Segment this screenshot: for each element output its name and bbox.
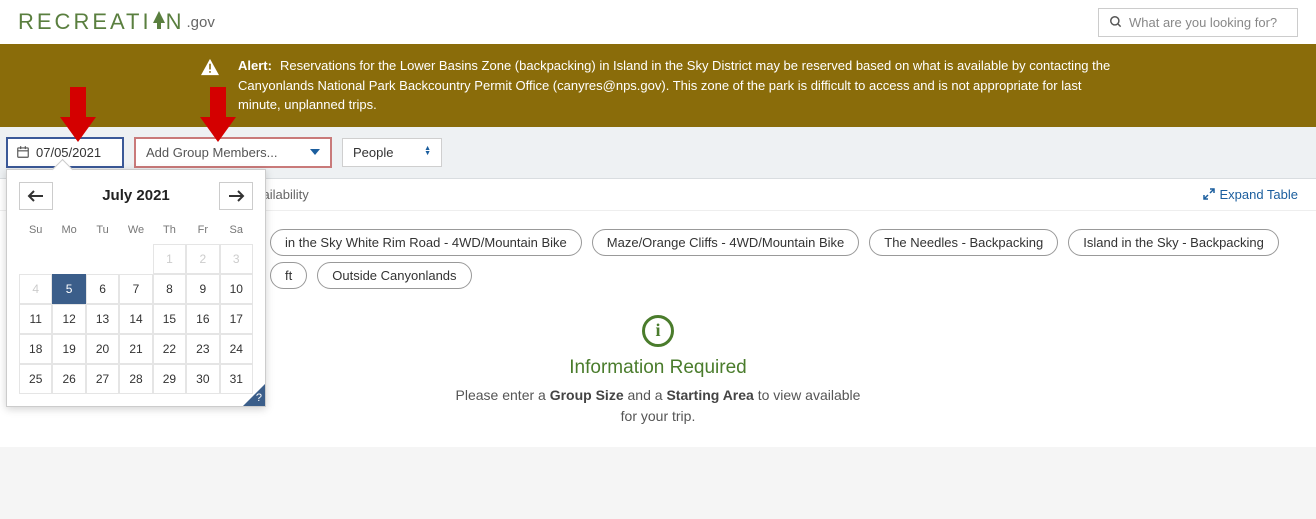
expand-icon	[1203, 188, 1215, 200]
warning-icon	[200, 58, 220, 76]
calendar-day[interactable]: 9	[186, 274, 219, 304]
calendar-day[interactable]: 3	[220, 244, 253, 274]
search-input[interactable]: What are you looking for?	[1098, 8, 1298, 37]
expand-table-link[interactable]: Expand Table	[1203, 187, 1298, 202]
people-label: People	[353, 145, 393, 160]
calendar-day	[19, 244, 52, 274]
tree-icon	[152, 11, 166, 33]
info-icon: i	[642, 315, 674, 347]
calendar-day[interactable]: 8	[153, 274, 186, 304]
annotation-arrow-1	[60, 87, 96, 142]
calendar-day[interactable]: 16	[186, 304, 219, 334]
calendar-day[interactable]: 2	[186, 244, 219, 274]
calendar-day[interactable]: 21	[119, 334, 152, 364]
alert-banner: Alert:Reservations for the Lower Basins …	[0, 44, 1316, 127]
calendar-header: July 2021	[19, 182, 253, 210]
calendar-day[interactable]: 4	[19, 274, 52, 304]
calendar-dow: Su	[19, 220, 52, 244]
calendar-day[interactable]: 1	[153, 244, 186, 274]
help-icon: ?	[256, 392, 262, 404]
calendar-day[interactable]: 22	[153, 334, 186, 364]
sort-icon: ▲▼	[424, 147, 431, 157]
site-header: RECREATI N .gov What are you looking for…	[0, 0, 1316, 44]
site-logo[interactable]: RECREATI N .gov	[18, 9, 215, 35]
search-placeholder: What are you looking for?	[1129, 15, 1277, 30]
calendar-day[interactable]: 28	[119, 364, 152, 394]
search-icon	[1109, 15, 1123, 29]
calendar-day[interactable]: 12	[52, 304, 85, 334]
group-placeholder: Add Group Members...	[146, 145, 278, 160]
calendar-day[interactable]: 18	[19, 334, 52, 364]
date-value: 07/05/2021	[36, 145, 101, 160]
filter-tag[interactable]: The Needles - Backpacking	[869, 229, 1058, 256]
calendar-day[interactable]: 27	[86, 364, 119, 394]
calendar-day[interactable]: 10	[220, 274, 253, 304]
arrow-right-icon	[227, 190, 245, 202]
calendar-dow: Fr	[186, 220, 219, 244]
calendar-day	[119, 244, 152, 274]
calendar-icon	[16, 145, 30, 159]
calendar-day	[52, 244, 85, 274]
calendar-dow: We	[119, 220, 152, 244]
calendar-grid: SuMoTuWeThFrSa12345678910111213141516171…	[19, 220, 253, 394]
calendar-day[interactable]: 7	[119, 274, 152, 304]
filter-tag[interactable]: ft	[270, 262, 307, 289]
filter-tag[interactable]: Island in the Sky - Backpacking	[1068, 229, 1279, 256]
logo-text-2: N	[166, 9, 185, 35]
calendar-day[interactable]: 19	[52, 334, 85, 364]
arrow-left-icon	[27, 190, 45, 202]
calendar-day[interactable]: 20	[86, 334, 119, 364]
calendar-day	[86, 244, 119, 274]
filter-tag[interactable]: Outside Canyonlands	[317, 262, 471, 289]
filter-controls: 07/05/2021 Add Group Members... People ▲…	[0, 127, 1316, 179]
expand-label: Expand Table	[1219, 187, 1298, 202]
calendar-next-button[interactable]	[219, 182, 253, 210]
logo-gov: .gov	[187, 14, 215, 31]
filter-tag[interactable]: in the Sky White Rim Road - 4WD/Mountain…	[270, 229, 582, 256]
calendar-dow: Mo	[52, 220, 85, 244]
calendar-day[interactable]: 6	[86, 274, 119, 304]
calendar-dow: Th	[153, 220, 186, 244]
calendar-day[interactable]: 5	[52, 274, 85, 304]
people-select[interactable]: People ▲▼	[342, 138, 442, 167]
alert-content: Alert:Reservations for the Lower Basins …	[238, 56, 1116, 115]
chevron-down-icon	[310, 149, 320, 155]
calendar-day[interactable]: 13	[86, 304, 119, 334]
calendar-day[interactable]: 29	[153, 364, 186, 394]
calendar-day[interactable]: 15	[153, 304, 186, 334]
filter-tag[interactable]: Maze/Orange Cliffs - 4WD/Mountain Bike	[592, 229, 859, 256]
calendar-day[interactable]: 14	[119, 304, 152, 334]
calendar-dow: Tu	[86, 220, 119, 244]
calendar-day[interactable]: 17	[220, 304, 253, 334]
calendar-popup: July 2021 SuMoTuWeThFrSa1234567891011121…	[6, 169, 266, 407]
calendar-help-corner[interactable]: ?	[243, 384, 265, 406]
calendar-prev-button[interactable]	[19, 182, 53, 210]
calendar-day[interactable]: 26	[52, 364, 85, 394]
calendar-day[interactable]: 23	[186, 334, 219, 364]
alert-label: Alert:	[238, 58, 272, 73]
alert-message: Reservations for the Lower Basins Zone (…	[238, 58, 1110, 112]
calendar-day[interactable]: 30	[186, 364, 219, 394]
logo-text-1: RECREATI	[18, 9, 152, 35]
annotation-arrow-2	[200, 87, 236, 142]
calendar-dow: Sa	[220, 220, 253, 244]
calendar-month-title: July 2021	[102, 187, 170, 204]
calendar-day[interactable]: 25	[19, 364, 52, 394]
calendar-day[interactable]: 24	[220, 334, 253, 364]
calendar-day[interactable]: 11	[19, 304, 52, 334]
